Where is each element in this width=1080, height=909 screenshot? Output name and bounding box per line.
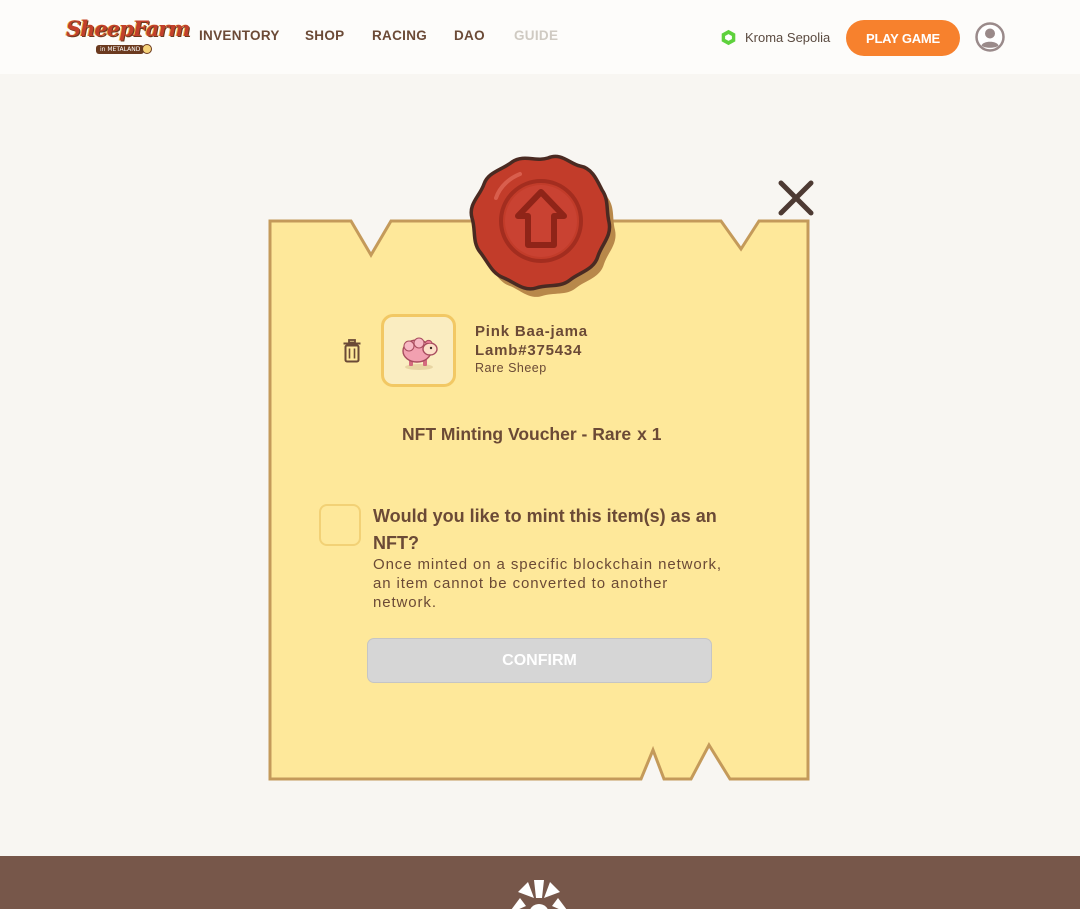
mint-question: Would you like to mint this item(s) as a… (373, 506, 717, 553)
network-selector[interactable]: Kroma Sepolia (720, 29, 830, 46)
item-name: Pink Baa-jama Lamb#375434 (475, 323, 588, 359)
voucher-label: NFT Minting Voucher - Rare (402, 424, 632, 444)
top-navbar: SheepFarm in METALAND INVENTORY SHOP RAC… (0, 0, 1080, 74)
logo-text: SheepFarm (66, 16, 190, 41)
trash-icon[interactable] (342, 339, 362, 363)
kroma-network-icon (721, 29, 736, 46)
network-label: Kroma Sepolia (745, 30, 831, 45)
user-avatar-icon[interactable] (975, 22, 1005, 52)
pink-sheep-icon (401, 337, 438, 370)
item-rarity: Rare Sheep (475, 361, 547, 375)
logo-subtitle: in METALAND (96, 45, 145, 54)
sheepfarm-logo[interactable]: SheepFarm in METALAND (66, 16, 190, 58)
item-thumbnail (381, 314, 456, 387)
footer (0, 856, 1080, 909)
footer-logo-icon (511, 880, 567, 909)
nav-dao[interactable]: DAO (454, 28, 485, 43)
nav-guide[interactable]: GUIDE (514, 28, 558, 43)
logo-emblem-icon (142, 44, 152, 54)
nav-inventory[interactable]: INVENTORY (199, 28, 280, 43)
confirm-button[interactable]: CONFIRM (367, 638, 712, 683)
mint-dialog (268, 219, 810, 781)
close-icon[interactable] (776, 178, 816, 218)
mint-nft-checkbox[interactable] (319, 504, 361, 546)
nav-racing[interactable]: RACING (372, 28, 427, 43)
voucher-line: NFT Minting Voucher - Rare x 1 (402, 424, 661, 445)
nav-shop[interactable]: SHOP (305, 28, 344, 43)
mint-note: Once minted on a specific blockchain net… (373, 556, 722, 611)
wax-seal-up-arrow-icon (469, 154, 616, 297)
voucher-quantity: x 1 (637, 424, 662, 444)
play-game-button[interactable]: PLAY GAME (846, 20, 960, 56)
